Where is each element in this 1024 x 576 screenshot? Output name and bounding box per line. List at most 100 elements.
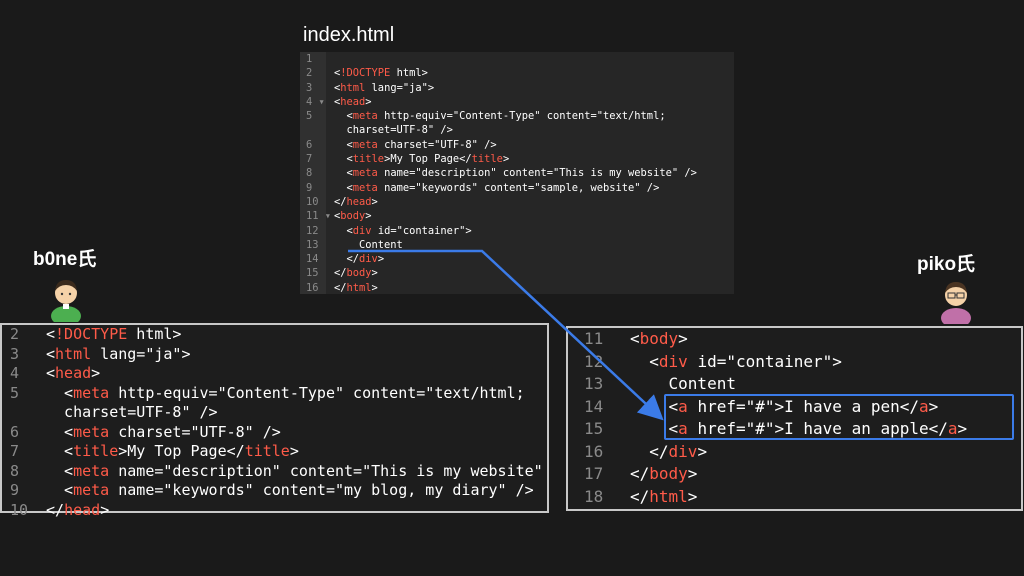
code-line: 5 <meta http-equiv="Content-Type" conten… <box>2 384 547 404</box>
code-text: <div id="container"> <box>630 351 842 371</box>
line-number: 14 <box>306 253 319 266</box>
code-text: charset=UTF-8" /> <box>46 403 218 421</box>
code-text: <body> <box>334 210 372 223</box>
code-line: 3 <html lang="ja"> <box>300 81 734 95</box>
code-text: <body> <box>630 329 688 348</box>
line-number <box>2 403 40 423</box>
line-number: 6 <box>306 138 313 151</box>
line-number: 5 <box>306 110 313 123</box>
code-text: <meta name="description" content="This i… <box>334 167 697 180</box>
left-code-editor[interactable]: 2 <!DOCTYPE html> 3 <html lang="ja"> 4 <head>… <box>0 323 549 519</box>
file-title: index.html <box>303 24 395 46</box>
code-line: 14 </div> <box>300 252 734 266</box>
code-text: <meta http-equiv="Content-Type" content=… <box>46 383 525 402</box>
line-number <box>300 123 326 137</box>
line-number: 2 <box>306 67 313 80</box>
code-text: </html> <box>334 281 378 294</box>
diff-highlight-box <box>664 394 1014 440</box>
code-text: </div> <box>334 253 385 266</box>
code-text: <head> <box>334 95 372 108</box>
code-line: 4 ▾ <head> <box>300 95 734 109</box>
code-line: 16 </div> <box>568 441 1021 464</box>
line-number: 16 <box>584 441 604 461</box>
code-line: 1 <box>300 52 734 66</box>
code-line: 2 <!DOCTYPE html> <box>300 66 734 80</box>
code-text: Content <box>334 238 403 251</box>
code-text: <title>My Top Page</title> <box>334 153 510 166</box>
line-number: 15 <box>584 419 604 438</box>
code-line: charset=UTF-8" /> <box>2 403 547 423</box>
code-text: <html lang="ja"> <box>334 81 435 94</box>
code-line: 15 </body> <box>300 266 734 280</box>
line-number: 12 <box>306 224 319 237</box>
code-line: 7 <title>My Top Page</title> <box>2 442 547 462</box>
user-label-right: piko氏 <box>917 254 976 275</box>
line-number: 17 <box>584 464 604 483</box>
line-number: 8 <box>10 461 20 480</box>
code-line: 17 </body> <box>568 463 1021 486</box>
line-number: 10 <box>306 195 319 208</box>
line-number: 16 <box>306 281 319 294</box>
code-line: 10 </head> <box>300 195 734 209</box>
code-line: charset=UTF-8" /> <box>300 123 734 137</box>
line-number: 7 <box>306 153 313 166</box>
code-line: 6 <meta charset="UTF-8" /> <box>300 138 734 152</box>
code-text: </body> <box>630 464 698 483</box>
code-line: 3 <html lang="ja"> <box>2 345 547 365</box>
line-number: 3 <box>10 344 20 363</box>
code-line: 13 Content <box>568 373 1021 396</box>
code-text: <title>My Top Page</title> <box>46 442 299 460</box>
code-text: <html lang="ja"> <box>46 344 191 363</box>
top-editor-lines: 1 2 <!DOCTYPE html> 3 <html lang="ja"> 4 ▾ <he… <box>300 52 734 295</box>
user-label-left: b0ne氏 <box>33 249 97 270</box>
line-number: 15 <box>306 267 319 280</box>
line-number: 2 <box>10 325 20 343</box>
code-text: Content <box>630 374 736 393</box>
code-line: 11 ▾ <body> <box>300 209 734 223</box>
code-text: </body> <box>334 267 378 280</box>
code-line: 5 <meta http-equiv="Content-Type" conten… <box>300 109 734 123</box>
code-line: 12 <div id="container"> <box>568 351 1021 374</box>
code-line: 9 <meta name="keywords" content="my blog… <box>2 481 547 501</box>
code-line: 18 </html> <box>568 486 1021 509</box>
code-text: <meta charset="UTF-8" /> <box>46 422 281 441</box>
line-number: 10 <box>10 500 29 519</box>
code-text: <head> <box>46 364 101 382</box>
line-number: 11 <box>584 329 604 348</box>
code-text: </head> <box>334 195 378 208</box>
line-number: 5 <box>10 383 20 402</box>
line-number: 11 ▾ <box>306 210 332 223</box>
code-line: 8 <meta name="description" content="This… <box>300 166 734 180</box>
line-number: 1 <box>306 53 313 65</box>
line-number: 14 <box>584 396 604 416</box>
avatar-icon-right <box>941 282 971 324</box>
line-number: 6 <box>10 422 20 441</box>
code-line: 8 <meta name="description" content="This… <box>2 462 547 482</box>
left-editor-lines: 2 <!DOCTYPE html> 3 <html lang="ja"> 4 <head>… <box>2 325 547 520</box>
line-number: 13 <box>306 238 319 251</box>
code-text: <meta http-equiv="Content-Type" content=… <box>334 110 666 123</box>
code-line: 13 Content <box>300 238 734 252</box>
avatar-icon-left <box>51 280 81 322</box>
code-line: 2 <!DOCTYPE html> <box>2 325 547 345</box>
line-number: 9 <box>10 481 20 499</box>
top-code-editor[interactable]: 1 2 <!DOCTYPE html> 3 <html lang="ja"> 4 ▾ <he… <box>300 52 734 294</box>
line-number: 3 <box>306 81 313 94</box>
code-line: 12 <div id="container"> <box>300 224 734 238</box>
code-line: 16 </html> <box>300 281 734 295</box>
code-text: charset=UTF-8" /> <box>334 124 453 137</box>
code-line: 7 <title>My Top Page</title> <box>300 152 734 166</box>
code-text: </div> <box>630 441 708 461</box>
line-number: 8 <box>306 167 313 180</box>
code-line: 11 <body> <box>568 328 1021 351</box>
code-text: <div id="container"> <box>334 224 472 237</box>
code-line: 10 </head> <box>2 501 547 521</box>
line-number: 12 <box>584 351 604 371</box>
code-text: <meta name="keywords" content="my blog, … <box>46 481 534 499</box>
code-text: <!DOCTYPE html> <box>334 67 428 80</box>
code-line: 4 <head> <box>2 364 547 384</box>
line-number: 7 <box>10 442 20 460</box>
code-text: <meta name="keywords" content="sample, w… <box>334 181 660 194</box>
code-text: </html> <box>630 486 698 506</box>
